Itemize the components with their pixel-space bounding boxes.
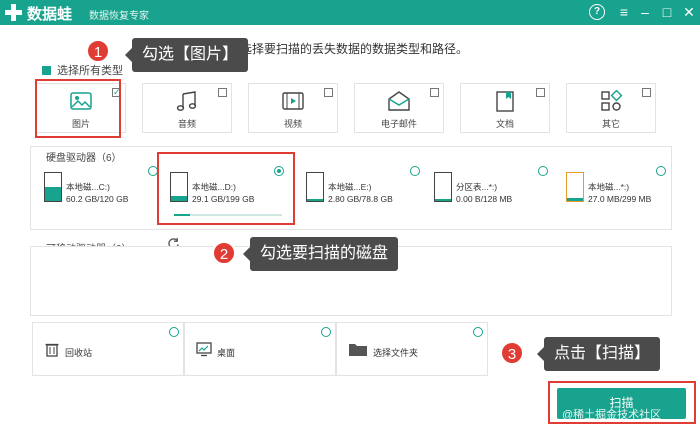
checkbox-icon[interactable] <box>642 88 651 97</box>
select-all-label: 选择所有类型 <box>57 65 123 77</box>
hard-drive-title: 硬盘驱动器（6） <box>46 153 122 164</box>
hard-drive-icon <box>566 172 584 202</box>
drive-name: 分区表...*:) <box>456 182 498 192</box>
file-type-label: 视频 <box>283 119 302 129</box>
file-type-other[interactable]: 其它 <box>566 83 656 133</box>
drive-size: 2.80 GB/78.8 GB <box>328 194 393 204</box>
drive-name: 本地磁...E:) <box>328 182 372 192</box>
hard-drive-icon <box>306 172 324 202</box>
music-icon <box>176 91 197 111</box>
file-type-label: 文档 <box>495 119 514 129</box>
radio-icon[interactable] <box>169 327 179 337</box>
title-bar: 数据蛙 数据恢复专家 ? ≡ – □ ✕ <box>0 0 700 25</box>
video-icon <box>282 92 304 110</box>
radio-icon[interactable] <box>473 327 483 337</box>
hard-drive-icon <box>434 172 452 202</box>
maximize-button[interactable]: □ <box>659 4 675 20</box>
watermark: @稀土掘金技术社区 <box>562 409 662 421</box>
checkbox-icon[interactable] <box>536 88 545 97</box>
desktop-option[interactable]: 桌面 <box>184 322 336 376</box>
file-type-label: 音频 <box>177 119 196 129</box>
app-title: 数据蛙 <box>27 6 73 23</box>
drive-size: 60.2 GB/120 GB <box>66 194 129 204</box>
file-type-label: 电子邮件 <box>380 119 417 129</box>
step-2-tip: 勾选要扫描的磁盘 <box>242 237 399 271</box>
file-type-label: 其它 <box>601 119 620 129</box>
help-icon[interactable]: ? <box>589 4 605 20</box>
mail-icon <box>388 91 410 111</box>
radio-icon[interactable] <box>538 166 548 176</box>
radio-icon[interactable] <box>321 327 331 337</box>
file-type-video[interactable]: 视频 <box>248 83 338 133</box>
drive-name: 本地磁...C:) <box>66 182 110 192</box>
file-type-audio[interactable]: 音频 <box>142 83 232 133</box>
hard-drive-icon <box>44 172 62 202</box>
checkbox-icon[interactable] <box>430 88 439 97</box>
drive-size: 0.00 B/128 MB <box>456 194 513 204</box>
app-logo-icon <box>5 4 22 21</box>
radio-icon[interactable] <box>410 166 420 176</box>
drive-item[interactable]: 分区表...*:) 0.00 B/128 MB <box>426 164 552 222</box>
other-icon <box>601 90 623 111</box>
drive-item[interactable]: 本地磁...*:) 27.0 MB/299 MB <box>558 164 670 222</box>
menu-icon[interactable]: ≡ <box>616 4 632 20</box>
document-icon <box>496 91 514 112</box>
step-3-tip: 点击【扫描】 <box>536 337 661 371</box>
desktop-icon <box>196 342 212 357</box>
checkbox-icon[interactable] <box>218 88 227 97</box>
close-button[interactable]: ✕ <box>681 4 697 20</box>
highlight-box-image <box>35 79 121 138</box>
minimize-button[interactable]: – <box>637 4 653 20</box>
drive-size: 27.0 MB/299 MB <box>588 194 652 204</box>
trash-icon <box>45 343 59 357</box>
step-1-marker: 1 <box>86 39 110 63</box>
quick-location-label: 选择文件夹 <box>373 348 419 358</box>
drive-item[interactable]: 本地磁...E:) 2.80 GB/78.8 GB <box>298 164 424 222</box>
app-subtitle: 数据恢复专家 <box>89 11 149 22</box>
select-folder-option[interactable]: 选择文件夹 <box>336 322 488 376</box>
highlight-box-drive <box>157 152 295 225</box>
drive-name: 本地磁...*:) <box>588 182 630 192</box>
file-type-email[interactable]: 电子邮件 <box>354 83 444 133</box>
file-type-document[interactable]: 文档 <box>460 83 550 133</box>
select-all-checkbox[interactable]: 选择所有类型 <box>42 62 123 78</box>
step-3-marker: 3 <box>500 341 524 365</box>
step-1-tip: 勾选【图片】 <box>124 38 249 72</box>
checkbox-icon[interactable] <box>324 88 333 97</box>
step-2-marker: 2 <box>212 241 236 265</box>
quick-location-label: 桌面 <box>217 348 236 358</box>
checkbox-checked-icon[interactable] <box>42 65 51 75</box>
quick-location-label: 回收站 <box>65 348 93 358</box>
folder-icon <box>349 344 367 356</box>
radio-icon[interactable] <box>656 166 666 176</box>
recycle-bin-option[interactable]: 回收站 <box>32 322 184 376</box>
instruction-text: 选择要扫描的丢失数据的数据类型和路径。 <box>240 42 469 56</box>
drive-item[interactable]: 本地磁...C:) 60.2 GB/120 GB <box>36 164 162 222</box>
